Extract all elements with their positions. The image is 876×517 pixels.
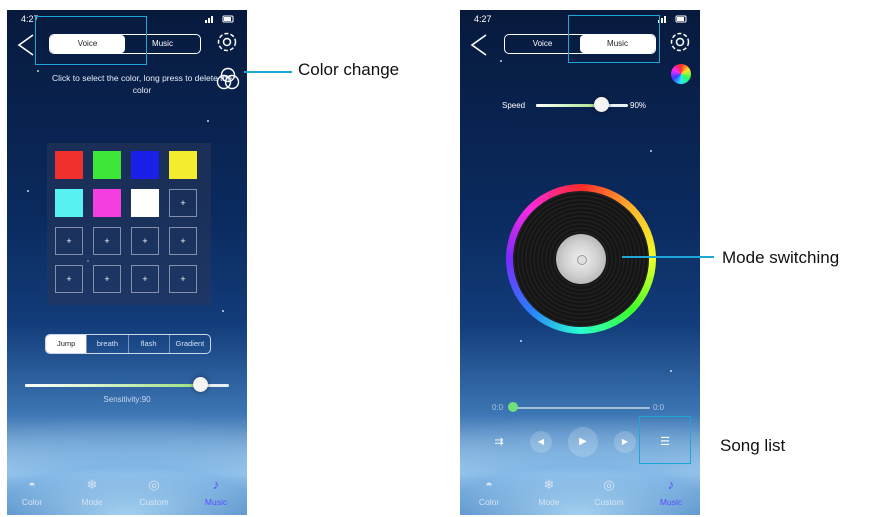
color-tab-icon: ◓ bbox=[485, 477, 493, 492]
star bbox=[222, 310, 224, 312]
color-wheel-icon[interactable] bbox=[671, 64, 691, 84]
tab-color-label: Color bbox=[21, 497, 43, 507]
playback-progress[interactable] bbox=[510, 407, 650, 409]
tab-mode[interactable]: ❄ Mode bbox=[67, 477, 117, 507]
mode-breath[interactable]: breath bbox=[86, 335, 127, 353]
tab-mode-label: Mode bbox=[81, 497, 103, 507]
speed-value: 90% bbox=[630, 101, 647, 110]
add-color-slot[interactable]: + bbox=[93, 227, 121, 255]
mode-flash[interactable]: flash bbox=[127, 335, 169, 353]
music-note-icon: ♪ bbox=[667, 477, 675, 492]
mode-jump[interactable]: Jump bbox=[46, 335, 87, 353]
previous-button[interactable]: ◀ bbox=[530, 431, 552, 453]
speed-slider-thumb[interactable] bbox=[594, 97, 609, 112]
status-icons bbox=[658, 15, 687, 23]
tab-mode-label: Mode bbox=[538, 497, 560, 507]
color-change-annotation: Color change bbox=[298, 60, 400, 79]
progress-end-time: 0:0 bbox=[653, 403, 665, 412]
song-list-highlight bbox=[639, 416, 691, 464]
star bbox=[207, 120, 209, 122]
add-color-slot[interactable]: + bbox=[169, 189, 197, 217]
color-hint-text: Click to select the color, long press to… bbox=[51, 73, 232, 95]
song-list-annotation: Song list bbox=[720, 436, 786, 455]
tab-custom[interactable]: ◎ Custom bbox=[129, 477, 179, 507]
snowflake-icon: ❄ bbox=[543, 477, 555, 492]
voice-tab-highlight bbox=[35, 16, 147, 65]
custom-icon: ◎ bbox=[148, 477, 160, 492]
back-icon[interactable] bbox=[466, 32, 492, 58]
tab-color-label: Color bbox=[478, 497, 500, 507]
tab-custom-label: Custom bbox=[594, 497, 624, 507]
sensitivity-label: Sensitivity:90 bbox=[103, 395, 151, 404]
color-swatch-yellow[interactable] bbox=[169, 151, 197, 179]
add-color-slot[interactable]: + bbox=[93, 265, 121, 293]
tab-mode[interactable]: ❄ Mode bbox=[524, 477, 574, 507]
status-time: 4:27 bbox=[474, 14, 492, 24]
play-button[interactable]: ▶ bbox=[568, 427, 598, 457]
add-color-slot[interactable]: + bbox=[131, 265, 159, 293]
playback-progress-thumb[interactable] bbox=[508, 402, 518, 412]
color-change-callout-line bbox=[244, 71, 292, 73]
add-color-slot[interactable]: + bbox=[55, 265, 83, 293]
star bbox=[37, 70, 39, 72]
record-label bbox=[556, 234, 606, 284]
mode-switching-callout-line bbox=[622, 256, 714, 258]
color-palette: + + + + + + + + + bbox=[47, 143, 211, 305]
color-swatch-cyan[interactable] bbox=[55, 189, 83, 217]
add-color-slot[interactable]: + bbox=[131, 227, 159, 255]
snowflake-icon: ❄ bbox=[86, 477, 98, 492]
color-swatch-green[interactable] bbox=[93, 151, 121, 179]
star bbox=[500, 60, 502, 62]
speed-label: Speed bbox=[502, 101, 526, 110]
add-color-slot[interactable]: + bbox=[55, 227, 83, 255]
tab-color[interactable]: ◓ Color bbox=[464, 477, 514, 507]
star bbox=[670, 370, 672, 372]
color-swatch-magenta[interactable] bbox=[93, 189, 121, 217]
tab-music-label: Music bbox=[204, 497, 228, 507]
mode-switching-annotation: Mode switching bbox=[722, 248, 840, 267]
star bbox=[650, 150, 652, 152]
music-tab-highlight bbox=[568, 15, 660, 63]
star bbox=[27, 190, 29, 192]
mode-selector: Jump breath flash Gradient bbox=[45, 334, 211, 354]
next-button[interactable]: ▶ bbox=[614, 431, 636, 453]
color-swatch-blue[interactable] bbox=[131, 151, 159, 179]
tab-color[interactable]: ◓ Color bbox=[7, 477, 57, 507]
gear-icon[interactable] bbox=[215, 30, 239, 54]
status-icons bbox=[205, 15, 234, 23]
music-note-icon: ♪ bbox=[212, 477, 220, 492]
left-phone-screen: 4:27 Voice Music Click to select the col… bbox=[7, 10, 247, 515]
tab-music-nav[interactable]: ♪ Music bbox=[191, 477, 241, 507]
sensitivity-slider-fill bbox=[25, 384, 201, 387]
shuffle-icon[interactable]: ⇉ bbox=[488, 431, 510, 453]
sensitivity-slider-thumb[interactable] bbox=[193, 377, 208, 392]
mode-gradient[interactable]: Gradient bbox=[168, 335, 210, 353]
bottom-tab-bar: ◓ Color ❄ Mode ◎ Custom ♪ Music bbox=[460, 467, 700, 515]
tab-custom-label: Custom bbox=[139, 497, 169, 507]
tab-music-nav[interactable]: ♪ Music bbox=[646, 477, 696, 507]
bottom-tab-bar: ◓ Color ❄ Mode ◎ Custom ♪ Music bbox=[7, 467, 247, 515]
record-hole bbox=[577, 255, 587, 265]
add-color-slot[interactable]: + bbox=[169, 265, 197, 293]
progress-start-time: 0:0 bbox=[492, 403, 504, 412]
vinyl-record-icon[interactable] bbox=[506, 184, 656, 334]
color-tab-icon: ◓ bbox=[28, 477, 36, 492]
gear-icon[interactable] bbox=[668, 30, 692, 54]
color-swatch-white[interactable] bbox=[131, 189, 159, 217]
record-disc bbox=[513, 191, 649, 327]
star bbox=[520, 340, 522, 342]
tab-music-label: Music bbox=[659, 497, 683, 507]
add-color-slot[interactable]: + bbox=[169, 227, 197, 255]
color-swatch-red[interactable] bbox=[55, 151, 83, 179]
tab-custom[interactable]: ◎ Custom bbox=[584, 477, 634, 507]
custom-icon: ◎ bbox=[603, 477, 615, 492]
